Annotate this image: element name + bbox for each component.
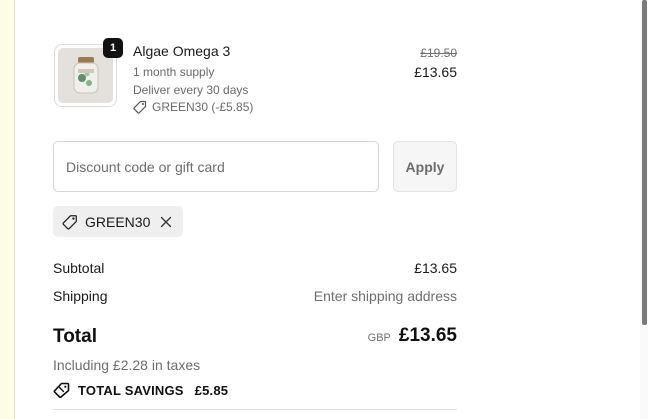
- discount-code-input[interactable]: [53, 141, 379, 192]
- tag-icon: [62, 214, 78, 230]
- divider: [53, 409, 457, 410]
- tag-icon: [133, 100, 147, 114]
- total-savings: TOTAL SAVINGS £5.85: [53, 382, 229, 399]
- product-price: £13.65: [414, 64, 457, 80]
- quantity-badge: 1: [103, 38, 123, 58]
- savings-label: TOTAL SAVINGS: [78, 382, 184, 398]
- original-price: £19.50: [420, 46, 457, 60]
- tax-note: Including £2.28 in taxes: [53, 357, 201, 373]
- product-delivery: Deliver every 30 days: [133, 83, 249, 97]
- subtotal-value: £13.65: [414, 260, 457, 276]
- total-amount: GBP £13.65: [368, 325, 457, 347]
- product-name: Algae Omega 3: [133, 43, 231, 59]
- product-discount-label: GREEN30 (-£5.85): [152, 100, 254, 114]
- order-summary: 1 Algae Omega 3 1 month supply Deliver e…: [53, 0, 457, 419]
- scrollbar-track[interactable]: [640, 0, 648, 419]
- subtotal-row: Subtotal £13.65: [53, 260, 457, 280]
- shipping-value: Enter shipping address: [313, 288, 457, 304]
- savings-tag-icon: [53, 382, 71, 399]
- total-label: Total: [53, 326, 97, 347]
- remove-code-icon[interactable]: [159, 215, 173, 229]
- applied-code-label: GREEN30: [85, 213, 151, 230]
- subtotal-label: Subtotal: [53, 260, 105, 276]
- scrollbar-thumb[interactable]: [642, 0, 647, 325]
- left-panel-edge: [0, 0, 15, 419]
- savings-value: £5.85: [194, 382, 229, 398]
- applied-code-chip: GREEN30: [53, 206, 184, 237]
- line-item: 1 Algae Omega 3 1 month supply Deliver e…: [53, 38, 457, 114]
- product-discount: GREEN30 (-£5.85): [133, 100, 253, 114]
- shipping-label: Shipping: [53, 288, 108, 304]
- total-value: £13.65: [398, 325, 457, 346]
- product-supply: 1 month supply: [133, 65, 215, 79]
- apply-discount-button[interactable]: Apply: [393, 141, 457, 192]
- total-currency: GBP: [367, 332, 391, 344]
- shipping-row: Shipping Enter shipping address: [53, 288, 457, 308]
